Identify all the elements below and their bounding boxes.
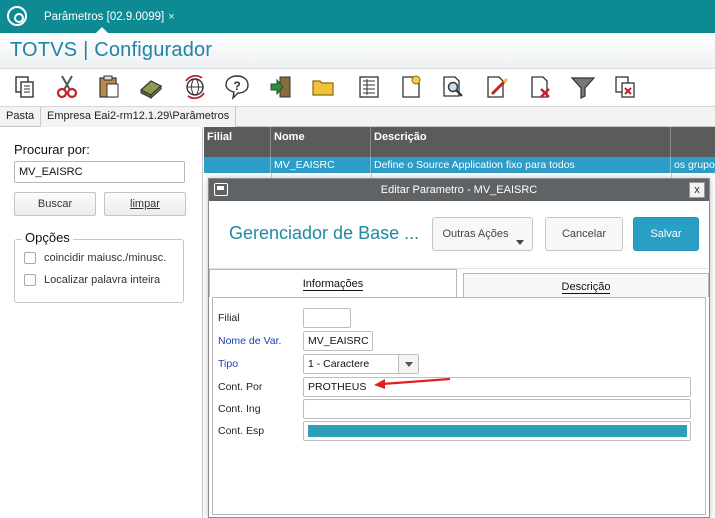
tab-informacoes-label: Informações: [302, 278, 364, 291]
preview-icon[interactable]: [440, 74, 466, 100]
filter-icon[interactable]: [570, 74, 596, 100]
dialog-titlebar: Editar Parametro - MV_EAISRC x: [209, 179, 709, 201]
dialog-title: Editar Parametro - MV_EAISRC: [380, 184, 538, 196]
pasta-bar: Pasta Empresa Eai2-rm12.1.29\Parâmetros: [0, 107, 715, 127]
cell-descricao: Define o Source Application fixo para to…: [371, 157, 671, 173]
dialog-tabs: Informações Descrição: [209, 269, 709, 297]
outras-acoes-button[interactable]: Outras Ações: [432, 217, 533, 251]
table-row-selected[interactable]: MV_EAISRC Define o Source Application fi…: [204, 157, 715, 173]
svg-text:?: ?: [233, 79, 240, 93]
checkbox[interactable]: [24, 274, 36, 286]
cont-esp-field[interactable]: [303, 421, 691, 441]
cont-por-field[interactable]: PROTHEUS: [303, 377, 691, 397]
tab-parametros[interactable]: Parâmetros [02.9.0099] ×: [36, 0, 183, 33]
cont-por-label: Cont. Por: [218, 381, 263, 393]
column-filial[interactable]: Filial: [204, 127, 271, 157]
column-nome[interactable]: Nome: [271, 127, 371, 157]
tab-close-icon[interactable]: ×: [168, 11, 174, 23]
exit-icon[interactable]: [268, 74, 294, 100]
search-title: Procurar por:: [14, 142, 90, 157]
new-document-icon[interactable]: [398, 74, 424, 100]
globe-icon[interactable]: [182, 74, 208, 100]
tab-label: Parâmetros [02.9.0099]: [44, 10, 165, 23]
nome-label: Nome de Var.: [218, 335, 282, 347]
copy-icon[interactable]: [12, 74, 38, 100]
edit-parameter-dialog: Editar Parametro - MV_EAISRC x Gerenciad…: [208, 178, 710, 518]
option-whole-word[interactable]: Localizar palavra inteira: [24, 274, 160, 286]
option-match-case[interactable]: coincidir maiusc./minusc.: [24, 252, 166, 264]
tab-empresa-parametros[interactable]: Empresa Eai2-rm12.1.29\Parâmetros: [40, 107, 237, 127]
chevron-down-icon[interactable]: [398, 355, 418, 373]
totvs-logo-icon[interactable]: [7, 6, 27, 26]
column-extra[interactable]: [671, 127, 715, 157]
options-title: Opções: [22, 230, 73, 245]
help-icon[interactable]: ?: [224, 74, 250, 101]
pasta-label: Pasta: [6, 110, 35, 122]
annotation-arrow-icon: [374, 377, 451, 389]
cell-nome: MV_EAISRC: [271, 157, 371, 173]
window-icon: [214, 183, 228, 196]
cancel-button[interactable]: Cancelar: [545, 217, 623, 251]
tab-descricao[interactable]: Descrição: [463, 273, 709, 297]
cell-extra: os grupos: [674, 159, 715, 171]
chevron-down-icon: [516, 240, 524, 245]
app-title: TOTVS | Configurador: [10, 39, 213, 61]
delete-icon[interactable]: [528, 74, 554, 100]
options-group: [14, 239, 184, 303]
column-descricao[interactable]: Descrição: [371, 127, 671, 157]
toolbar: ?: [0, 69, 715, 107]
filial-field[interactable]: [303, 308, 351, 328]
cont-esp-label: Cont. Esp: [218, 425, 265, 437]
tab-descricao-label: Descrição: [561, 281, 611, 294]
search-panel: Procurar por: Buscar limpar Opções coinc…: [0, 127, 203, 518]
tipo-select[interactable]: 1 - Caractere: [303, 354, 419, 374]
outras-acoes-label: Outras Ações: [442, 228, 509, 240]
nome-field[interactable]: MV_EAISRC: [303, 331, 373, 351]
close-icon[interactable]: x: [689, 182, 705, 198]
option-label: Localizar palavra inteira: [44, 274, 161, 286]
tipo-label: Tipo: [218, 358, 239, 370]
folder-icon[interactable]: [310, 74, 336, 100]
parameter-form: Filial Nome de Var. MV_EAISRC Tipo 1 - C…: [212, 297, 706, 515]
cont-ing-field[interactable]: [303, 399, 691, 419]
list-icon[interactable]: [356, 74, 382, 100]
cell-filial: [204, 157, 271, 173]
search-input[interactable]: [14, 161, 185, 183]
filial-label: Filial: [218, 312, 240, 324]
paste-icon[interactable]: [96, 74, 122, 100]
paste-special-icon[interactable]: [612, 74, 638, 100]
cont-ing-label: Cont. Ing: [218, 403, 261, 415]
tipo-value: 1 - Caractere: [308, 358, 370, 370]
cont-esp-fill: [308, 425, 687, 437]
save-button[interactable]: Salvar: [633, 217, 699, 251]
dialog-header: Gerenciador de Base ... Outras Ações Can…: [209, 201, 709, 269]
dialog-header-title: Gerenciador de Base ...: [229, 223, 420, 243]
option-label: coincidir maiusc./minusc.: [44, 252, 167, 264]
checkbox[interactable]: [24, 252, 36, 264]
limpar-button[interactable]: limpar: [104, 192, 186, 216]
tab-informacoes[interactable]: Informações: [209, 269, 457, 297]
top-tab-bar: Parâmetros [02.9.0099] ×: [0, 0, 715, 33]
app-title-bar: TOTVS | Configurador: [0, 33, 715, 69]
cut-icon[interactable]: [54, 74, 80, 100]
grid-header: Filial Nome Descrição: [204, 127, 715, 157]
eraser-icon[interactable]: [138, 74, 164, 100]
buscar-button[interactable]: Buscar: [14, 192, 96, 216]
edit-icon[interactable]: [484, 74, 510, 100]
